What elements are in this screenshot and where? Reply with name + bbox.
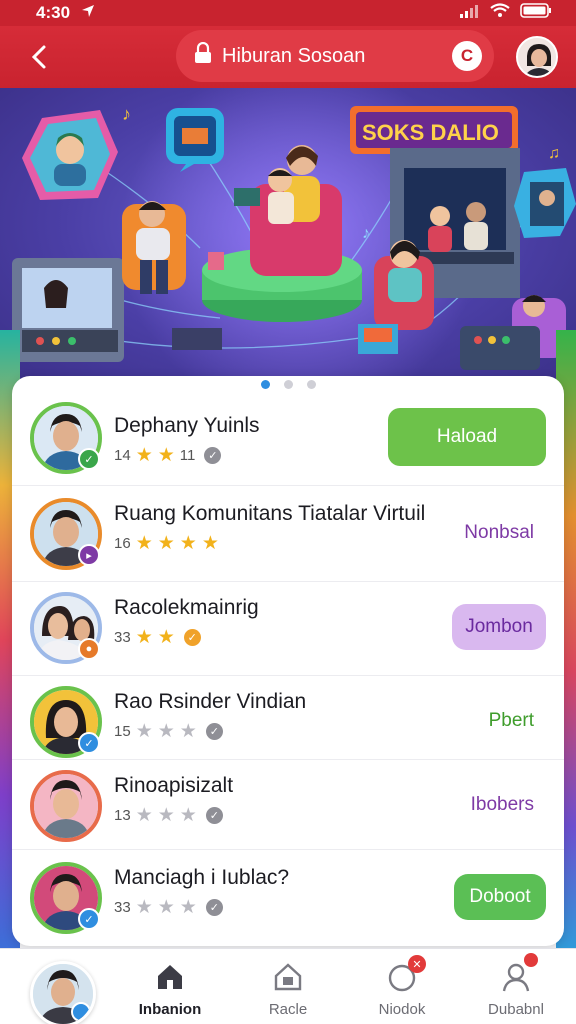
hero-banner[interactable]: SOKS DALIO ♪ ♪ ♫: [0, 88, 576, 388]
community-list-card: ✓ Dephany Yuinls 14 ★ ★ 11 ✓ Haload ▸ Ru…: [12, 376, 564, 946]
list-item[interactable]: ✓ Manciagh i Iublac? 33 ★ ★ ★ ✓ Doboot: [12, 852, 564, 946]
star-icon: ★: [157, 445, 175, 466]
item-action-button[interactable]: Doboot: [454, 874, 546, 920]
item-rating: 33 ★ ★ ✓: [114, 628, 201, 647]
item-title: Rinoapisizalt: [114, 774, 234, 797]
rating-trailing-number: 11: [179, 447, 196, 464]
battery-icon: [520, 3, 552, 23]
status-badge: ●: [78, 638, 100, 660]
list-item[interactable]: ▸ Ruang Komunitans Tiatalar Virtuil 16 ★…: [12, 488, 564, 582]
notification-badge: ✕: [408, 955, 426, 973]
status-time: 4:30: [36, 3, 71, 22]
item-title: Racolekmainrig: [114, 596, 259, 619]
nav-label: Racle: [268, 1001, 308, 1018]
online-indicator: [71, 1002, 91, 1022]
verified-icon: ✓: [205, 723, 223, 740]
star-icon: ★: [157, 721, 175, 742]
star-icon: ★: [179, 897, 197, 918]
list-item[interactable]: ✓ Dephany Yuinls 14 ★ ★ 11 ✓ Haload: [12, 388, 564, 486]
star-icon: ★: [135, 897, 153, 918]
star-icon: ★: [179, 805, 197, 826]
verified-icon: ✓: [183, 629, 201, 646]
item-action-button[interactable]: Jombon: [452, 604, 546, 650]
item-rating: 33 ★ ★ ★ ✓: [114, 898, 223, 917]
signal-icon: [460, 3, 480, 23]
item-title: Rao Rsinder Vindian: [114, 690, 307, 713]
title-bar[interactable]: Hiburan Sosoan C: [176, 30, 494, 82]
location-arrow-icon: [80, 3, 96, 24]
carousel-indicator: [0, 380, 576, 394]
star-icon: ★: [179, 533, 197, 554]
notification-badge: [524, 953, 538, 967]
status-badge: ▸: [78, 544, 100, 566]
star-icon: ★: [201, 533, 219, 554]
nav-label: Inbanion: [138, 1001, 202, 1018]
star-icon: ★: [135, 533, 153, 554]
verified-icon: ✓: [205, 807, 223, 824]
user-avatar-button[interactable]: [30, 961, 96, 1024]
star-icon: ★: [135, 627, 153, 648]
nav-tab-niodok[interactable]: ✕ Niodok: [352, 955, 452, 1021]
item-action-button[interactable]: Pbert: [477, 698, 546, 744]
item-action-button[interactable]: Ibobers: [459, 782, 546, 828]
verified-icon: ✓: [204, 447, 222, 464]
carousel-dot[interactable]: [306, 380, 316, 389]
nav-tab-racle[interactable]: Racle: [238, 959, 338, 1021]
item-title: Ruang Komunitans Tiatalar Virtuil: [114, 502, 426, 525]
item-rating: 15 ★ ★ ★ ✓: [114, 722, 223, 741]
item-title: Dephany Yuinls: [114, 414, 260, 437]
marquee-sign-text: SOKS DALIO: [362, 120, 499, 145]
nav-label: Niodok: [378, 1001, 426, 1018]
profile-avatar-button[interactable]: [516, 36, 558, 78]
verified-icon: ✓: [205, 899, 223, 916]
star-icon: ★: [135, 445, 153, 466]
status-badge: ✓: [78, 908, 100, 930]
star-icon: ★: [157, 805, 175, 826]
rating-count: 14: [114, 447, 131, 464]
back-button[interactable]: [22, 40, 56, 74]
lock-icon: [194, 41, 212, 70]
page-title: Hiburan Sosoan: [222, 44, 366, 67]
star-icon: ★: [135, 721, 153, 742]
wifi-icon: [490, 3, 510, 23]
item-action-button[interactable]: Nonbsal: [452, 510, 546, 556]
svg-text:♫: ♫: [548, 145, 560, 162]
online-badge: ✓: [78, 448, 100, 470]
item-rating: 13 ★ ★ ★ ✓: [114, 806, 223, 825]
c-button[interactable]: C: [452, 41, 482, 71]
star-icon: ★: [157, 533, 175, 554]
rating-count: 15: [114, 723, 131, 740]
svg-text:♪: ♪: [122, 104, 131, 124]
bottom-navigation: Inbanion Racle ✕ Niodok Dubabnl: [0, 948, 576, 1024]
star-icon: ★: [157, 627, 175, 648]
rating-count: 33: [114, 899, 131, 916]
rating-count: 16: [114, 535, 131, 552]
status-badge: ✓: [78, 732, 100, 754]
nav-tab-inbanion[interactable]: Inbanion: [120, 959, 220, 1021]
app-bar: Hiburan Sosoan C: [0, 26, 576, 88]
list-item[interactable]: ● Racolekmainrig 33 ★ ★ ✓ Jombon: [12, 582, 564, 676]
nav-label: Dubabnl: [488, 1001, 544, 1018]
star-icon: ★: [157, 897, 175, 918]
rating-count: 33: [114, 629, 131, 646]
item-rating: 16 ★ ★ ★ ★: [114, 534, 219, 553]
avatar: [30, 770, 102, 842]
star-icon: ★: [135, 805, 153, 826]
item-title: Manciagh i Iublac?: [114, 866, 290, 889]
star-icon: ★: [179, 721, 197, 742]
house-outline-icon: [272, 959, 304, 995]
nav-tab-dubabnl[interactable]: Dubabnl: [466, 953, 566, 1021]
carousel-dot-active[interactable]: [260, 380, 270, 389]
carousel-dot[interactable]: [283, 380, 293, 389]
item-action-button[interactable]: Haload: [388, 408, 546, 466]
profile-icon: [500, 953, 538, 995]
list-item[interactable]: ✓ Rao Rsinder Vindian 15 ★ ★ ★ ✓ Pbert: [12, 676, 564, 760]
status-bar: 4:30: [0, 0, 576, 26]
svg-text:♪: ♪: [362, 225, 370, 242]
item-rating: 14 ★ ★ 11 ✓: [114, 445, 222, 466]
home-icon: [155, 959, 185, 995]
notification-icon: ✕: [386, 955, 426, 995]
list-item[interactable]: Rinoapisizalt 13 ★ ★ ★ ✓ Ibobers: [12, 760, 564, 850]
rating-count: 13: [114, 807, 131, 824]
